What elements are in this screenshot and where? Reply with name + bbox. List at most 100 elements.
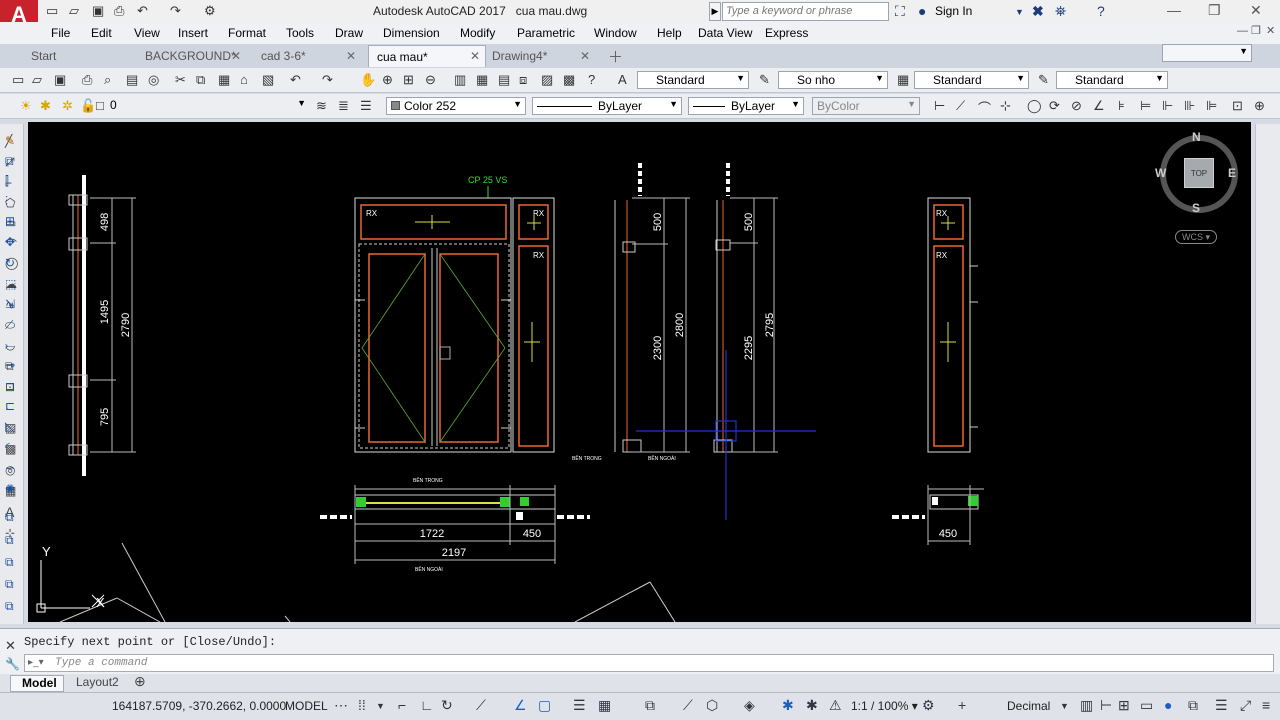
grid-icon[interactable]: ⋯ — [334, 697, 348, 714]
zoom-previous-icon[interactable]: ⊖ — [425, 72, 436, 88]
redo-icon[interactable]: ↷ — [170, 3, 181, 19]
move-icon[interactable]: ✥ — [5, 235, 15, 249]
draworder-back-icon[interactable]: ⧉ — [5, 533, 14, 548]
help-icon[interactable]: ? — [1097, 3, 1105, 19]
undo-icon[interactable]: ↶ — [137, 3, 148, 19]
tab-start[interactable]: Start — [30, 45, 130, 67]
draworder-above-icon[interactable]: ⧉ — [5, 555, 14, 570]
polar-tracking-icon[interactable]: ↻ — [441, 697, 453, 714]
menu-tools[interactable]: Tools — [286, 26, 314, 40]
linetype-combo[interactable]: ByLayer ▼ — [532, 97, 682, 115]
isolate-objects-icon[interactable]: ⊞ — [1118, 697, 1130, 714]
dim-baseline-icon[interactable]: ⊨ — [1140, 98, 1151, 114]
workspace-switch-icon[interactable]: ⚙ — [922, 697, 935, 714]
binoculars-icon[interactable]: ⛶ — [895, 3, 905, 20]
tab-cua-mau[interactable]: cua mau* — [368, 45, 486, 67]
open-file-icon[interactable]: ▱ — [69, 3, 79, 19]
transparency-icon[interactable]: ▦ — [598, 697, 611, 714]
chevron-down-icon[interactable]: ▼ — [376, 701, 385, 711]
object-snap-icon[interactable]: ▢ — [538, 697, 551, 714]
dim-radius-icon[interactable]: ◯ — [1027, 98, 1042, 114]
isodraft-icon[interactable]: ⟋ — [476, 697, 486, 714]
rotate-icon[interactable]: ↻ — [5, 256, 15, 270]
command-input[interactable]: Type a command — [24, 654, 1274, 672]
tab-drawing4[interactable]: Drawing4* — [492, 45, 592, 67]
tab-model[interactable]: Model — [10, 675, 64, 692]
customize-icon[interactable]: 🔧 — [5, 657, 20, 671]
doc-restore-button[interactable]: ❐ — [1251, 24, 1261, 37]
doc-close-button[interactable]: ✕ — [1266, 24, 1275, 37]
blend-icon[interactable]: ∽ — [5, 461, 15, 475]
pan-icon[interactable]: ✋ — [360, 72, 376, 88]
zoom-realtime-icon[interactable]: ⊕ — [382, 72, 393, 88]
dim-ordinate-icon[interactable]: ⊹ — [1000, 98, 1011, 114]
undo-icon[interactable]: ↶ — [290, 72, 301, 88]
table-style-combo[interactable]: Standard ▼ — [914, 71, 1029, 89]
tolerance-icon[interactable]: ⊡ — [1232, 98, 1243, 114]
menu-data-view[interactable]: Data View — [698, 26, 752, 40]
lightbulb-icon[interactable]: ☀ — [20, 98, 32, 114]
quick-dim-icon[interactable]: ⊧ — [1118, 98, 1125, 114]
save-icon[interactable]: ▣ — [54, 72, 66, 88]
viewcube-west[interactable]: W — [1155, 166, 1166, 180]
plot-preview-icon[interactable]: ⌕ — [104, 72, 111, 88]
new-file-icon[interactable]: ▭ — [46, 3, 58, 19]
workspace-icon[interactable]: ⚙ — [204, 3, 216, 19]
drawing-canvas[interactable]: 498 1495 795 2790 CP 25 VS RX RX RX BÊN … — [28, 122, 1251, 622]
match-properties-icon[interactable]: ⌂ — [240, 72, 248, 87]
array-icon[interactable]: ⊞ — [5, 214, 15, 228]
calculator-icon[interactable]: ▩ — [563, 72, 575, 88]
plotstyle-combo[interactable]: ByColor ▼ — [812, 97, 920, 115]
status-menu-icon[interactable]: ≡ — [1262, 697, 1270, 713]
dim-jogged-icon[interactable]: ⟳ — [1049, 98, 1060, 114]
3d-osnap-icon[interactable]: ⟋ — [683, 697, 693, 714]
infer-constraints-icon[interactable]: ⌐ — [398, 697, 406, 713]
explode-icon[interactable]: ✺ — [5, 482, 15, 496]
viewcube-top-face[interactable]: TOP — [1184, 158, 1214, 188]
zoom-window-icon[interactable]: ⊞ — [403, 72, 414, 88]
tab-background[interactable]: BACKGROUND* — [145, 45, 245, 67]
freeze-icon[interactable]: ✱ — [40, 98, 51, 114]
doc-minimize-button[interactable]: — — [1237, 25, 1248, 37]
cut-icon[interactable]: ✂ — [175, 72, 186, 88]
save-icon[interactable]: ▣ — [92, 3, 104, 19]
close-tab-icon[interactable]: ✕ — [470, 49, 480, 63]
auto-scale-icon[interactable]: ✱ — [806, 697, 818, 714]
close-window-button[interactable]: ✕ — [1250, 2, 1262, 19]
break-at-point-icon[interactable]: ⊸ — [5, 358, 15, 372]
dim-linear-icon[interactable]: ⊢ — [934, 98, 945, 114]
block-editor-icon[interactable]: ▧ — [262, 72, 274, 88]
menu-express[interactable]: Express — [765, 26, 808, 40]
selection-cycling-icon[interactable]: ⧉ — [645, 697, 655, 714]
help-icon[interactable]: ? — [588, 72, 595, 87]
object-snap-tracking-icon[interactable]: ∠ — [514, 697, 527, 714]
extend-icon[interactable]: ⤚ — [5, 338, 15, 353]
menu-draw[interactable]: Draw — [335, 26, 363, 40]
draworder-front-icon[interactable]: ⧉ — [5, 510, 14, 525]
dim-arc-icon[interactable]: ⌒ — [978, 98, 991, 117]
model-space-toggle[interactable]: MODEL — [285, 699, 328, 713]
color-combo[interactable]: Color 252 ▼ — [386, 97, 526, 115]
mirror-icon[interactable]: ⫿ — [5, 174, 9, 189]
chevron-down-icon[interactable]: ▼ — [1060, 701, 1069, 711]
menu-dimension[interactable]: Dimension — [383, 26, 440, 40]
viewcube-east[interactable]: E — [1228, 166, 1236, 180]
add-layout-icon[interactable]: ⊕ — [134, 673, 146, 690]
text-front-icon[interactable]: ⧉ — [5, 599, 14, 614]
command-prompt-icon[interactable]: ▸_▾ — [28, 657, 44, 668]
graphics-performance-icon[interactable]: ▭ — [1140, 697, 1153, 714]
open-icon[interactable]: ▱ — [32, 72, 42, 88]
plot-icon[interactable]: ⎙ — [114, 3, 124, 19]
annotation-scale-icon[interactable]: ⚠ — [829, 697, 842, 714]
scale-icon[interactable]: ⬚ — [5, 277, 16, 291]
dim-break-icon[interactable]: ⊫ — [1206, 98, 1217, 114]
search-expand-button[interactable]: ▶ — [709, 2, 721, 21]
lineweight-icon[interactable]: ☰ — [573, 697, 586, 714]
viewcube-north[interactable]: N — [1192, 130, 1201, 144]
search-input[interactable]: Type a keyword or phrase — [722, 2, 889, 21]
quick-properties-icon[interactable]: ▥ — [1080, 697, 1093, 714]
viewcube-south[interactable]: S — [1192, 201, 1200, 215]
properties-icon[interactable]: ▥ — [454, 72, 466, 88]
sheet-set-icon[interactable]: ⧈ — [519, 72, 527, 88]
menu-insert[interactable]: Insert — [178, 26, 208, 40]
